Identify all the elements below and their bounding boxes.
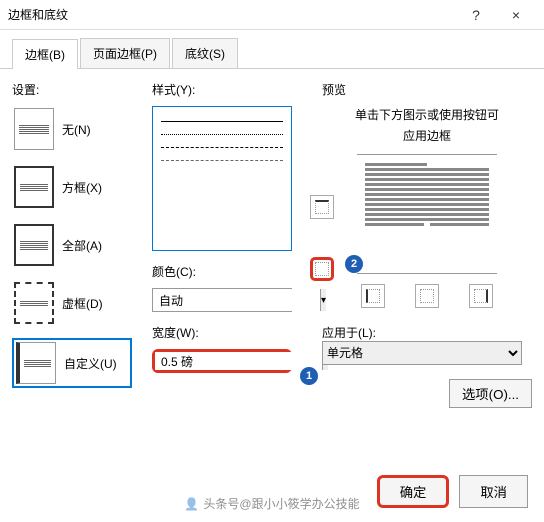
edge-hmid-button[interactable] xyxy=(310,257,334,281)
setting-custom[interactable]: 自定义(U) xyxy=(12,338,132,388)
tab-border[interactable]: 边框(B) xyxy=(12,39,78,69)
setting-grid-label: 虚框(D) xyxy=(62,295,103,312)
apply-label: 应用于(L): xyxy=(322,324,532,341)
color-label: 颜色(C): xyxy=(152,263,302,280)
style-column: 样式(Y): 颜色(C): ▾ 宽度(W): ▾ xyxy=(152,81,302,408)
setting-grid[interactable]: 虚框(D) xyxy=(12,280,132,326)
dialog-buttons: 确定 取消 xyxy=(377,475,528,508)
style-dots[interactable] xyxy=(159,128,285,141)
options-button[interactable]: 选项(O)... xyxy=(449,379,532,408)
tab-bar: 边框(B) 页面边框(P) 底纹(S) xyxy=(0,30,544,69)
style-listbox[interactable] xyxy=(152,106,292,251)
width-label: 宽度(W): xyxy=(152,324,302,341)
edge-left-button[interactable] xyxy=(361,284,385,308)
bottom-edge-buttons xyxy=(322,284,532,308)
watermark-icon: 👤 xyxy=(184,497,199,511)
apply-combo[interactable]: 单元格 xyxy=(322,341,522,365)
style-solid[interactable] xyxy=(159,115,285,128)
tab-page-border[interactable]: 页面边框(P) xyxy=(80,38,170,68)
width-combo[interactable]: ▾ xyxy=(152,349,292,373)
preview-hint1: 单击下方图示或使用按钮可 xyxy=(322,106,532,123)
left-edge-buttons xyxy=(310,195,334,281)
color-combo[interactable]: ▾ xyxy=(152,288,292,312)
edge-vmid-button[interactable] xyxy=(415,284,439,308)
preview-diagram[interactable] xyxy=(357,154,497,274)
setting-all-label: 全部(A) xyxy=(62,237,102,254)
edge-right-button[interactable] xyxy=(469,284,493,308)
dialog-title: 边框和底纹 xyxy=(8,6,456,23)
setting-none-label: 无(N) xyxy=(62,121,91,138)
setting-custom-label: 自定义(U) xyxy=(64,355,117,372)
settings-column: 设置: 无(N) 方框(X) 全部(A) 虚框(D) 自定义(U) xyxy=(12,81,132,408)
edge-top-button[interactable] xyxy=(310,195,334,219)
setting-box[interactable]: 方框(X) xyxy=(12,164,132,210)
cancel-button[interactable]: 取消 xyxy=(459,475,528,508)
preview-hint2: 应用边框 xyxy=(322,127,532,144)
settings-label: 设置: xyxy=(12,81,132,98)
style-dash[interactable] xyxy=(159,141,285,154)
watermark-text: 头条号@跟小小筱学办公技能 xyxy=(203,495,359,512)
content-area: 设置: 无(N) 方框(X) 全部(A) 虚框(D) 自定义(U) 样式(Y): xyxy=(0,69,544,420)
apply-select[interactable]: 单元格 xyxy=(322,341,522,365)
watermark: 👤 头条号@跟小小筱学办公技能 xyxy=(184,495,359,512)
style-label: 样式(Y): xyxy=(152,81,302,98)
ok-button[interactable]: 确定 xyxy=(377,475,450,508)
width-value[interactable] xyxy=(155,352,322,370)
titlebar: 边框和底纹 ? × xyxy=(0,0,544,30)
tab-shading[interactable]: 底纹(S) xyxy=(172,38,238,68)
color-value[interactable] xyxy=(153,289,320,311)
setting-all[interactable]: 全部(A) xyxy=(12,222,132,268)
badge-1: 1 xyxy=(300,367,318,385)
preview-column: 预览 单击下方图示或使用按钮可 应用边框 应用于(L): 单元格 选项(O)..… xyxy=(322,81,532,408)
style-dash2[interactable] xyxy=(159,154,285,167)
setting-box-label: 方框(X) xyxy=(62,179,102,196)
close-icon[interactable]: × xyxy=(496,7,536,23)
preview-label: 预览 xyxy=(322,81,532,98)
help-icon[interactable]: ? xyxy=(456,7,496,23)
setting-none[interactable]: 无(N) xyxy=(12,106,132,152)
badge-2: 2 xyxy=(345,255,363,273)
